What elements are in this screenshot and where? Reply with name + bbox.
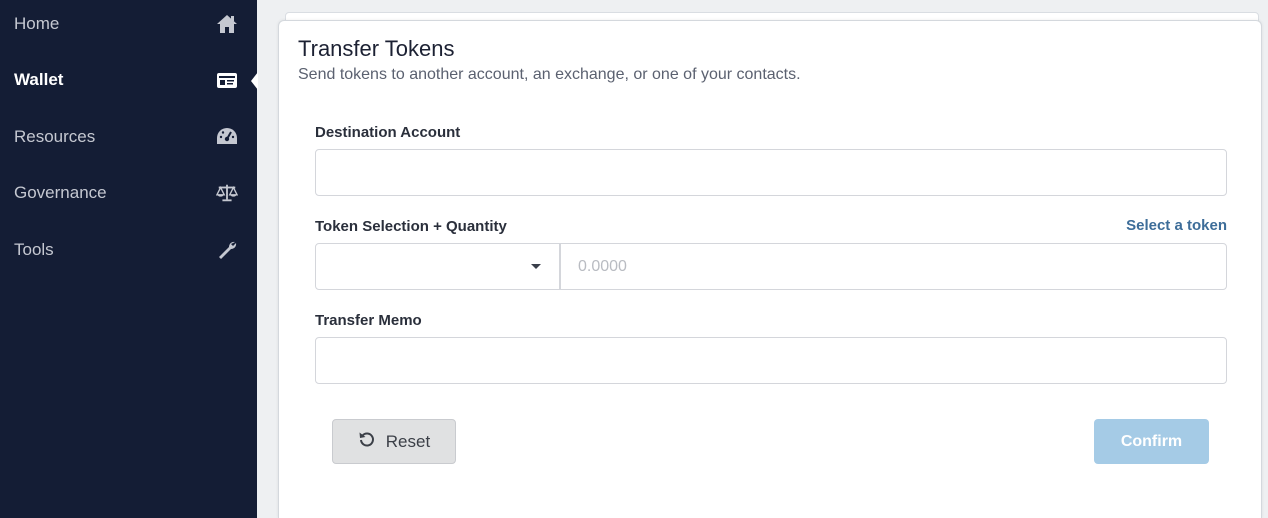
destination-account-input[interactable]	[315, 149, 1227, 196]
undo-icon	[358, 430, 376, 453]
sidebar-item-label: Wallet	[14, 70, 64, 89]
token-selection-label: Token Selection + Quantity	[315, 218, 507, 235]
select-token-link[interactable]: Select a token	[1126, 217, 1227, 234]
balance-scale-icon	[216, 182, 238, 204]
transfer-tokens-card: Transfer Tokens Send tokens to another a…	[278, 20, 1262, 518]
sidebar-item-home[interactable]: Home	[0, 4, 257, 44]
caret-down-icon	[531, 264, 541, 269]
wrench-icon	[216, 239, 238, 261]
sidebar: Home Wallet Resources Governance Tools	[0, 0, 258, 518]
active-indicator	[251, 72, 258, 90]
sidebar-item-resources[interactable]: Resources	[0, 117, 257, 157]
reset-button[interactable]: Reset	[332, 419, 456, 464]
sidebar-item-label: Resources	[14, 127, 96, 146]
sidebar-item-wallet[interactable]: Wallet	[0, 60, 257, 100]
transfer-memo-input[interactable]	[315, 337, 1227, 384]
token-select[interactable]	[315, 243, 560, 290]
sidebar-item-label: Tools	[14, 240, 54, 259]
transfer-memo-label: Transfer Memo	[315, 312, 422, 329]
page-subtitle: Send tokens to another account, an excha…	[298, 66, 801, 83]
page-title: Transfer Tokens	[298, 36, 455, 61]
home-icon	[216, 13, 238, 35]
sidebar-item-governance[interactable]: Governance	[0, 173, 257, 213]
sidebar-item-label: Governance	[14, 183, 107, 202]
sidebar-item-tools[interactable]: Tools	[0, 230, 257, 270]
confirm-button[interactable]: Confirm	[1094, 419, 1209, 464]
destination-account-label: Destination Account	[315, 124, 461, 141]
reset-label: Reset	[385, 431, 431, 451]
gauge-icon	[216, 126, 238, 148]
id-card-icon	[216, 69, 238, 91]
quantity-input[interactable]	[560, 243, 1227, 290]
sidebar-item-label: Home	[14, 14, 60, 33]
